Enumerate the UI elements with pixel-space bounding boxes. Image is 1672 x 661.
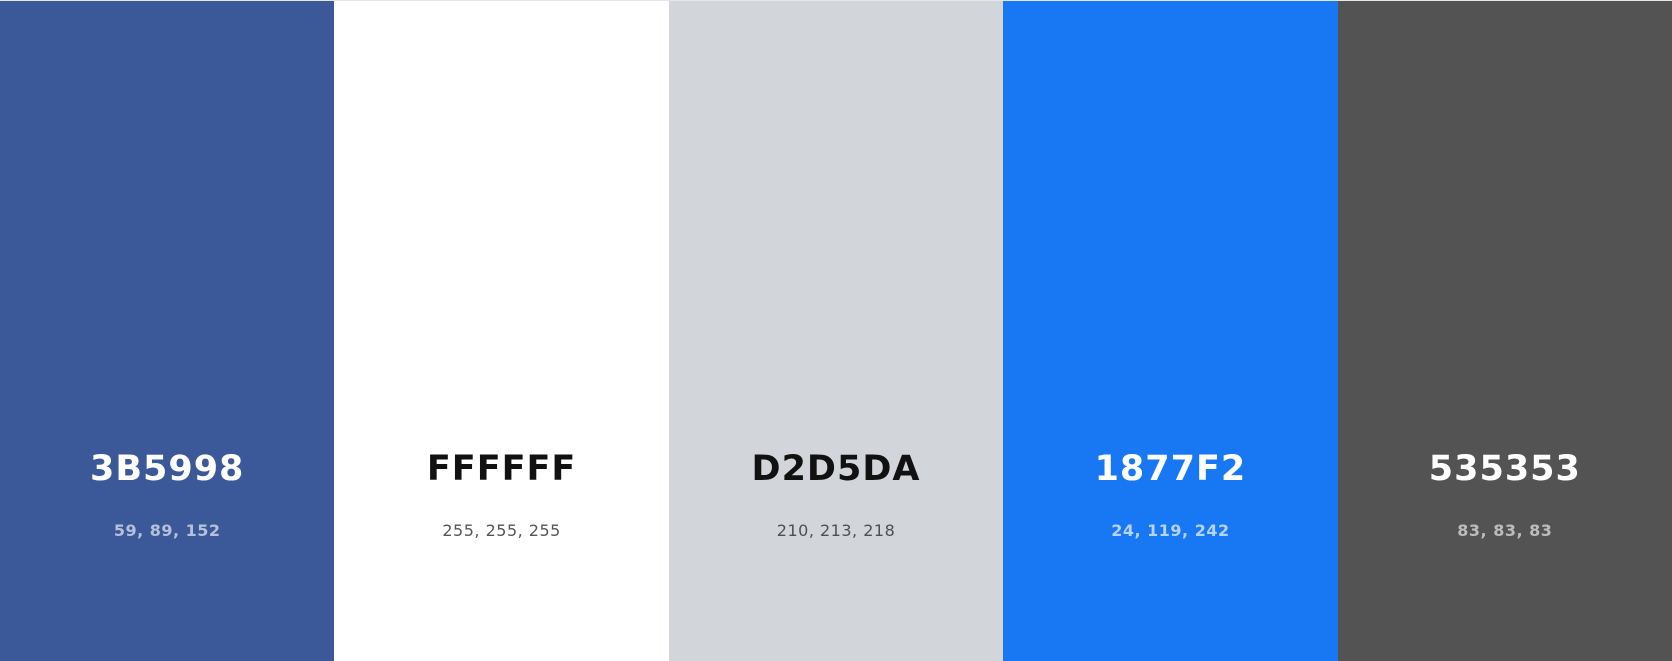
rgb-values: 59, 89, 152	[113, 521, 221, 540]
rgb-values: 83, 83, 83	[1457, 521, 1553, 540]
color-swatch-3[interactable]: D2D5DA 210, 213, 218	[668, 1, 1004, 661]
hex-code: D2D5DA	[751, 449, 921, 489]
hex-code: 3B5998	[89, 449, 245, 489]
hex-code: 535353	[1428, 449, 1581, 489]
rgb-values: 24, 119, 242	[1111, 521, 1230, 540]
rgb-values: 255, 255, 255	[442, 521, 561, 540]
color-swatch-5[interactable]: 535353 83, 83, 83	[1337, 1, 1672, 661]
color-palette: 3B5998 59, 89, 152 FFFFFF 255, 255, 255 …	[0, 0, 1672, 661]
hex-code: FFFFFF	[426, 449, 577, 489]
rgb-values: 210, 213, 218	[776, 521, 896, 540]
color-swatch-1[interactable]: 3B5998 59, 89, 152	[0, 1, 335, 661]
color-swatch-2[interactable]: FFFFFF 255, 255, 255	[334, 1, 669, 661]
color-swatch-4[interactable]: 1877F2 24, 119, 242	[1003, 1, 1338, 661]
hex-code: 1877F2	[1094, 449, 1247, 489]
